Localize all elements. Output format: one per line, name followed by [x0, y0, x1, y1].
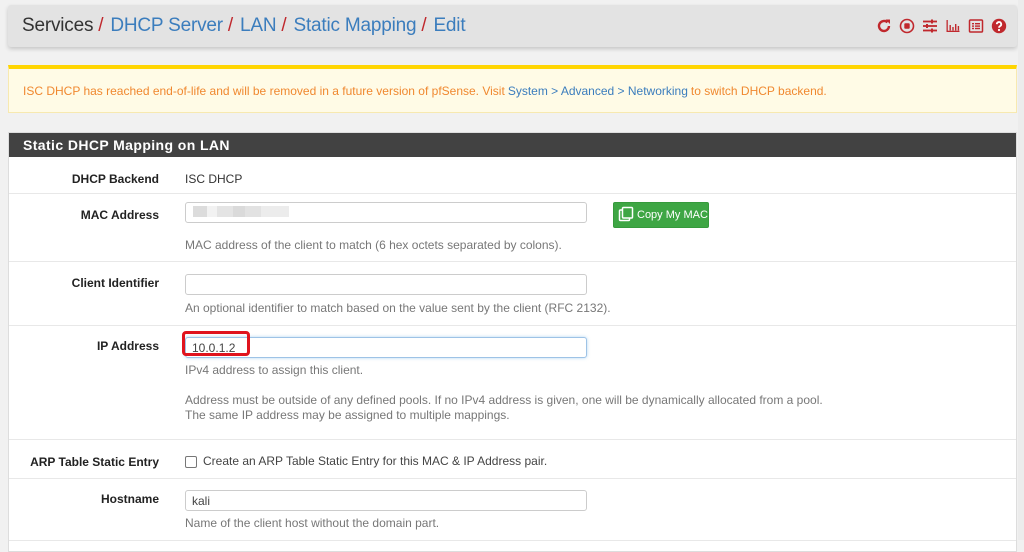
ip-address-input[interactable]: [185, 337, 587, 358]
ip-address-wrap: [185, 337, 587, 358]
dhcp-backend-label: DHCP Backend: [71, 172, 159, 186]
reload-icon[interactable]: [875, 18, 892, 35]
alert-text-after: to switch DHCP backend.: [690, 83, 827, 98]
client-identifier-wrap: [185, 274, 587, 295]
page-header: Services / DHCP Server / LAN / Static Ma…: [8, 5, 1017, 47]
hostname-label: Hostname: [100, 492, 159, 506]
bar-chart-icon[interactable]: [944, 18, 961, 35]
static-mapping-panel: Static DHCP Mapping on LAN DHCP Backend …: [8, 132, 1017, 552]
ip-address-pool-help: Address must be outside of any defined p…: [185, 393, 823, 407]
help-icon[interactable]: [990, 18, 1007, 35]
eol-warning-alert: ISC DHCP has reached end-of-life and wil…: [8, 65, 1017, 113]
arp-static-option: Create an ARP Table Static Entry for thi…: [185, 454, 547, 468]
mac-address-label: MAC Address: [80, 208, 159, 222]
copy-icon: [618, 206, 634, 225]
ip-address-multi-help: The same IP address may be assigned to m…: [185, 408, 510, 422]
panel-title: Static DHCP Mapping on LAN: [9, 133, 1016, 157]
breadcrumb-edit[interactable]: Edit: [433, 15, 465, 37]
stop-circle-icon[interactable]: [898, 18, 915, 35]
breadcrumb-separator: /: [281, 15, 287, 36]
hostname-wrap: [185, 490, 587, 511]
client-identifier-row: Client Identifier An optional identifier…: [9, 262, 1016, 326]
breadcrumb: Services / DHCP Server / LAN / Static Ma…: [22, 15, 466, 37]
log-list-icon[interactable]: [967, 18, 984, 35]
arp-static-text[interactable]: Create an ARP Table Static Entry for thi…: [203, 454, 547, 468]
client-identifier-help: An optional identifier to match based on…: [185, 301, 611, 315]
alert-networking-link[interactable]: System > Advanced > Networking: [508, 84, 688, 98]
header-actions: [875, 18, 1007, 35]
copy-my-mac-label: Copy My MAC: [637, 209, 708, 221]
mac-address-obscured: [193, 206, 289, 217]
sliders-icon[interactable]: [921, 18, 938, 35]
arp-static-label: ARP Table Static Entry: [30, 455, 159, 469]
hostname-input[interactable]: [185, 490, 587, 511]
mac-address-help: MAC address of the client to match (6 he…: [185, 238, 562, 252]
page-scrollbar[interactable]: [1018, 0, 1024, 540]
dhcp-backend-value: ISC DHCP: [185, 172, 243, 186]
mac-address-wrap: [185, 202, 587, 223]
arp-static-row: ARP Table Static Entry Create an ARP Tab…: [9, 440, 1016, 479]
ip-address-row: IP Address IPv4 address to assign this c…: [9, 326, 1016, 440]
hostname-row: Hostname Name of the client host without…: [9, 479, 1016, 541]
breadcrumb-separator: /: [421, 15, 427, 36]
client-identifier-input[interactable]: [185, 274, 587, 295]
arp-static-checkbox[interactable]: [185, 455, 197, 468]
alert-text-before: ISC DHCP has reached end-of-life and wil…: [23, 83, 505, 98]
client-identifier-label: Client Identifier: [71, 276, 159, 290]
breadcrumb-lan[interactable]: LAN: [240, 15, 277, 37]
breadcrumb-static-mapping[interactable]: Static Mapping: [293, 15, 416, 37]
mac-address-row: MAC Address Copy My MAC MAC address of t…: [9, 194, 1016, 262]
dhcp-backend-row: DHCP Backend ISC DHCP: [9, 157, 1016, 194]
breadcrumb-separator: /: [98, 15, 104, 36]
ip-address-help: IPv4 address to assign this client.: [185, 363, 364, 377]
hostname-help: Name of the client host without the doma…: [185, 516, 440, 530]
copy-my-mac-button[interactable]: Copy My MAC: [613, 202, 709, 228]
breadcrumb-services: Services: [22, 15, 94, 36]
breadcrumb-dhcp-server[interactable]: DHCP Server: [110, 15, 223, 37]
breadcrumb-separator: /: [227, 15, 233, 36]
ip-address-label: IP Address: [96, 339, 159, 353]
